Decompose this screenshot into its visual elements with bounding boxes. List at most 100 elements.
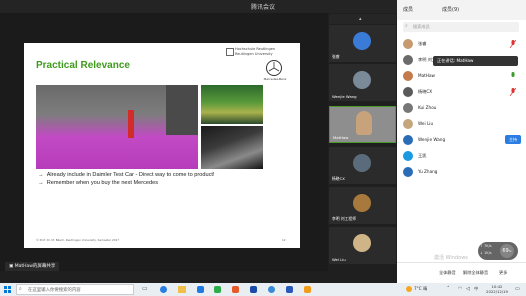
tencent-meeting-icon[interactable] [197, 286, 204, 293]
video-tile-active-speaker[interactable]: MatHaw [329, 106, 396, 143]
video-tile[interactable]: Wei Liu [329, 227, 396, 264]
camera-image [201, 85, 263, 124]
edge-browser-icon[interactable] [160, 286, 167, 293]
member-item[interactable]: Yu Zhang [397, 164, 526, 180]
presentation-slide: Practical Relevance Hochschule Reutlinge… [24, 43, 300, 248]
bullet-item: → Already include in Daimler Test Car - … [38, 172, 215, 178]
windows-activation-watermark: 激活 Windows [434, 255, 468, 261]
network-download: ↓ 1K/s [480, 251, 492, 255]
speaking-toast: 正在讲话: MatHaw [433, 56, 518, 66]
host-badge: 主持 [505, 135, 521, 144]
member-name: 杨晓CX [418, 89, 433, 94]
building-shape [166, 85, 198, 135]
segmentation-image [36, 85, 198, 169]
video-tile-name: MatHaw [333, 135, 349, 140]
member-item[interactable]: 杨晓CX [397, 84, 526, 100]
taskbar-search-placeholder: 在这里输入你要搜索的内容 [28, 288, 81, 293]
tab-members[interactable]: 成员 [403, 6, 413, 13]
bullet-text: Already include in Daimler Test Car - Di… [46, 172, 215, 178]
video-tile-name: 杨晓CX [332, 176, 345, 181]
brand-name: Mercedes-Benz [263, 77, 287, 81]
network-upload: ↑ 7K/s [480, 244, 492, 248]
bullet-item: → Remember when you buy the next Mercede… [38, 180, 159, 186]
video-tile[interactable]: 杨晓CX [329, 147, 396, 184]
weather-text[interactable]: 7°C 晴 [414, 286, 427, 292]
screen-share-owner: MatHaw的屏幕共享 [14, 264, 56, 269]
member-panel-header: 成员 成员(9) [397, 0, 526, 20]
tab-member-count[interactable]: 成员(9) [442, 6, 459, 13]
member-name: Yu Zhang [418, 169, 438, 174]
member-item[interactable]: Kui Zhou [397, 100, 526, 116]
mic-active-icon[interactable] [510, 72, 516, 80]
windows-start-icon[interactable] [4, 286, 11, 293]
video-tile-name: 张睿 [332, 54, 340, 59]
speed-unit: % [508, 249, 512, 253]
member-panel-footer: 全体静音 解除全体静音 更多 [397, 262, 526, 283]
notification-icon[interactable]: ▭ [515, 286, 520, 292]
collapse-arrow-icon[interactable]: ▴ [359, 16, 362, 22]
video-tile[interactable]: 李明 刘工程师 [329, 187, 396, 224]
more-button[interactable]: 更多 [499, 270, 507, 276]
taskbar-search-input[interactable]: ⌕ 在这里输入你要搜索的内容 [16, 284, 134, 295]
app-icon[interactable] [286, 286, 293, 293]
video-list-header: ▴ [329, 14, 396, 24]
slide-title: Practical Relevance [36, 60, 130, 71]
member-item[interactable]: Wei Liu [397, 116, 526, 132]
avatar [353, 234, 371, 252]
slide-footer: © Prof. Dr. M. Bäsch, Reutlingen Univers… [36, 238, 120, 242]
clock-date: 2022/12/19 [486, 289, 508, 294]
avatar [403, 151, 413, 161]
avatar [403, 135, 413, 145]
university-name: Hochschule Reutlingen Reutlingen Univers… [235, 47, 295, 56]
weather-icon[interactable] [406, 286, 412, 292]
avatar [353, 71, 371, 89]
speed-indicator: 69% [500, 244, 514, 258]
member-search-input[interactable]: ⌕ 搜索成员 [403, 22, 519, 32]
avatar [353, 32, 371, 50]
speaker-video [356, 111, 372, 135]
windows-taskbar: ⌕ 在这里输入你要搜索的内容 ▭ 7°C 晴 ˄ ◠ ◁ 中 10:42 202… [0, 283, 526, 296]
pedestrian-figure [128, 110, 134, 138]
app-icon[interactable] [232, 286, 239, 293]
avatar [353, 154, 371, 172]
mute-all-button[interactable]: 全体静音 [439, 270, 456, 276]
member-panel: 成员 成员(9) ⌕ 搜索成员 张睿 李明 刘工程师 正在讲话: MatHaw … [397, 0, 526, 283]
mercedes-star-icon [266, 60, 282, 76]
member-item[interactable]: Wenjie Wang 主持 [397, 132, 526, 148]
video-tile-name: Wenjie Wang [332, 94, 357, 99]
unmute-all-button[interactable]: 解除全体静音 [463, 270, 488, 276]
search-icon: ⌕ [19, 286, 22, 292]
mic-muted-icon[interactable] [509, 39, 517, 49]
member-item[interactable]: 张睿 [397, 36, 526, 52]
volume-icon[interactable]: ◁ [466, 286, 470, 292]
input-method-icon[interactable]: 中 [474, 286, 478, 292]
app-icon[interactable] [250, 286, 257, 293]
wechat-icon[interactable] [214, 286, 221, 293]
member-name: Kui Zhou [418, 105, 437, 110]
network-speed-widget: ↑ 7K/s ↓ 1K/s 69% [478, 242, 518, 260]
avatar [403, 39, 413, 49]
app-icon[interactable] [268, 286, 275, 293]
avatar [403, 167, 413, 177]
university-logo-icon [226, 48, 234, 56]
screen-share-label: ▣ MatHaw的屏幕共享 [5, 262, 60, 271]
member-search-placeholder: 搜索成员 [413, 24, 430, 29]
taskbar-clock[interactable]: 10:42 2022/12/19 [484, 284, 510, 294]
avatar [353, 194, 371, 212]
avatar [403, 71, 413, 81]
university-name-line2: Reutlingen University [235, 51, 273, 56]
avatar [403, 119, 413, 129]
member-item[interactable]: 王凯 [397, 148, 526, 164]
video-tile[interactable]: Wenjie Wang [329, 64, 396, 101]
avatar [403, 103, 413, 113]
app-icon[interactable] [304, 286, 311, 293]
wifi-icon[interactable]: ◠ [458, 286, 462, 292]
file-explorer-icon[interactable] [178, 286, 186, 293]
speaking-toast-text: 正在讲话: MatHaw [437, 58, 474, 63]
video-tile[interactable]: 张睿 [329, 25, 396, 62]
member-item[interactable]: MatHaw [397, 68, 526, 84]
avatar [403, 87, 413, 97]
mic-muted-icon[interactable] [509, 87, 517, 97]
task-view-icon[interactable]: ▭ [142, 285, 148, 292]
system-tray-chevron-icon[interactable]: ˄ [447, 286, 450, 292]
